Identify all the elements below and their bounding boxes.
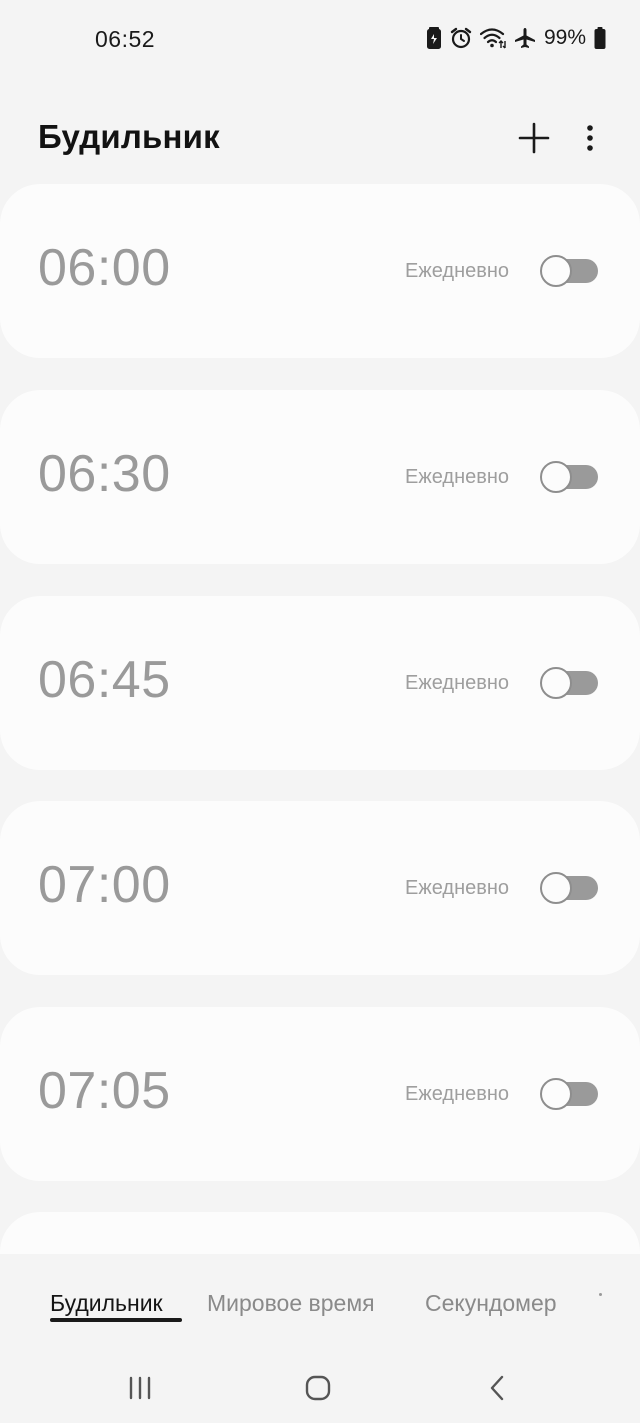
alarm-repeat-label: Ежедневно <box>405 877 510 899</box>
alarm-list[interactable]: 06:00 Ежедневно 06:30 Ежедневно 06:45 Еж… <box>0 184 640 1254</box>
wifi-icon <box>479 27 506 49</box>
home-button[interactable] <box>298 1370 338 1406</box>
alarm-toggle[interactable] <box>540 461 598 493</box>
toggle-knob <box>540 1078 572 1110</box>
alarm-card[interactable]: 06:45 Ежедневно <box>0 596 640 770</box>
toggle-knob <box>540 667 572 699</box>
back-icon <box>490 1375 504 1401</box>
page-title: Будильник <box>38 118 220 155</box>
more-options-button[interactable] <box>570 116 610 160</box>
tab-overflow-indicator <box>599 1293 602 1296</box>
alarm-repeat-label: Ежедневно <box>405 1083 510 1105</box>
alarm-toggle[interactable] <box>540 255 598 287</box>
alarm-repeat-label: Ежедневно <box>405 466 510 488</box>
back-button[interactable] <box>478 1370 518 1406</box>
app-header: Будильник <box>0 100 640 176</box>
alarm-toggle[interactable] <box>540 667 598 699</box>
alarm-time: 07:05 <box>38 1062 171 1120</box>
alarm-toggle[interactable] <box>540 872 598 904</box>
alarm-repeat-label: Ежедневно <box>405 260 510 282</box>
alarm-time: 06:30 <box>38 445 171 503</box>
alarm-card[interactable]: 07:00 Ежедневно <box>0 801 640 975</box>
add-alarm-button[interactable] <box>512 116 556 160</box>
system-nav-bar <box>0 1350 640 1423</box>
battery-icon <box>594 27 606 49</box>
status-icons: 99% <box>426 24 606 52</box>
tab-alarm[interactable]: Будильник <box>50 1290 163 1317</box>
tab-stopwatch[interactable]: Секундомер <box>425 1290 557 1317</box>
tab-world-clock[interactable]: Мировое время <box>207 1290 375 1317</box>
bottom-tab-bar: Будильник Мировое время Секундомер <box>0 1262 640 1342</box>
alarm-card-partial[interactable] <box>0 1212 640 1254</box>
alarm-icon <box>450 27 472 49</box>
toggle-knob <box>540 461 572 493</box>
alarm-time: 07:00 <box>38 856 171 914</box>
alarm-card[interactable]: 06:00 Ежедневно <box>0 184 640 358</box>
alarm-repeat-label: Ежедневно <box>405 672 510 694</box>
alarm-card[interactable]: 06:30 Ежедневно <box>0 390 640 564</box>
recent-apps-button[interactable] <box>120 1370 160 1406</box>
alarm-time: 06:00 <box>38 239 171 297</box>
more-vertical-icon <box>587 125 593 151</box>
plus-icon <box>518 122 550 154</box>
alarm-time: 06:45 <box>38 651 171 709</box>
battery-saver-icon <box>426 27 442 49</box>
status-time: 06:52 <box>95 26 156 52</box>
home-icon <box>305 1375 331 1401</box>
battery-percent: 99% <box>543 26 586 49</box>
active-tab-indicator <box>50 1318 182 1322</box>
toggle-knob <box>540 872 572 904</box>
airplane-mode-icon <box>514 27 536 49</box>
toggle-knob <box>540 255 572 287</box>
alarm-card[interactable]: 07:05 Ежедневно <box>0 1007 640 1181</box>
recent-apps-icon <box>129 1376 151 1400</box>
alarm-toggle[interactable] <box>540 1078 598 1110</box>
status-bar: 06:52 99% <box>0 0 640 78</box>
